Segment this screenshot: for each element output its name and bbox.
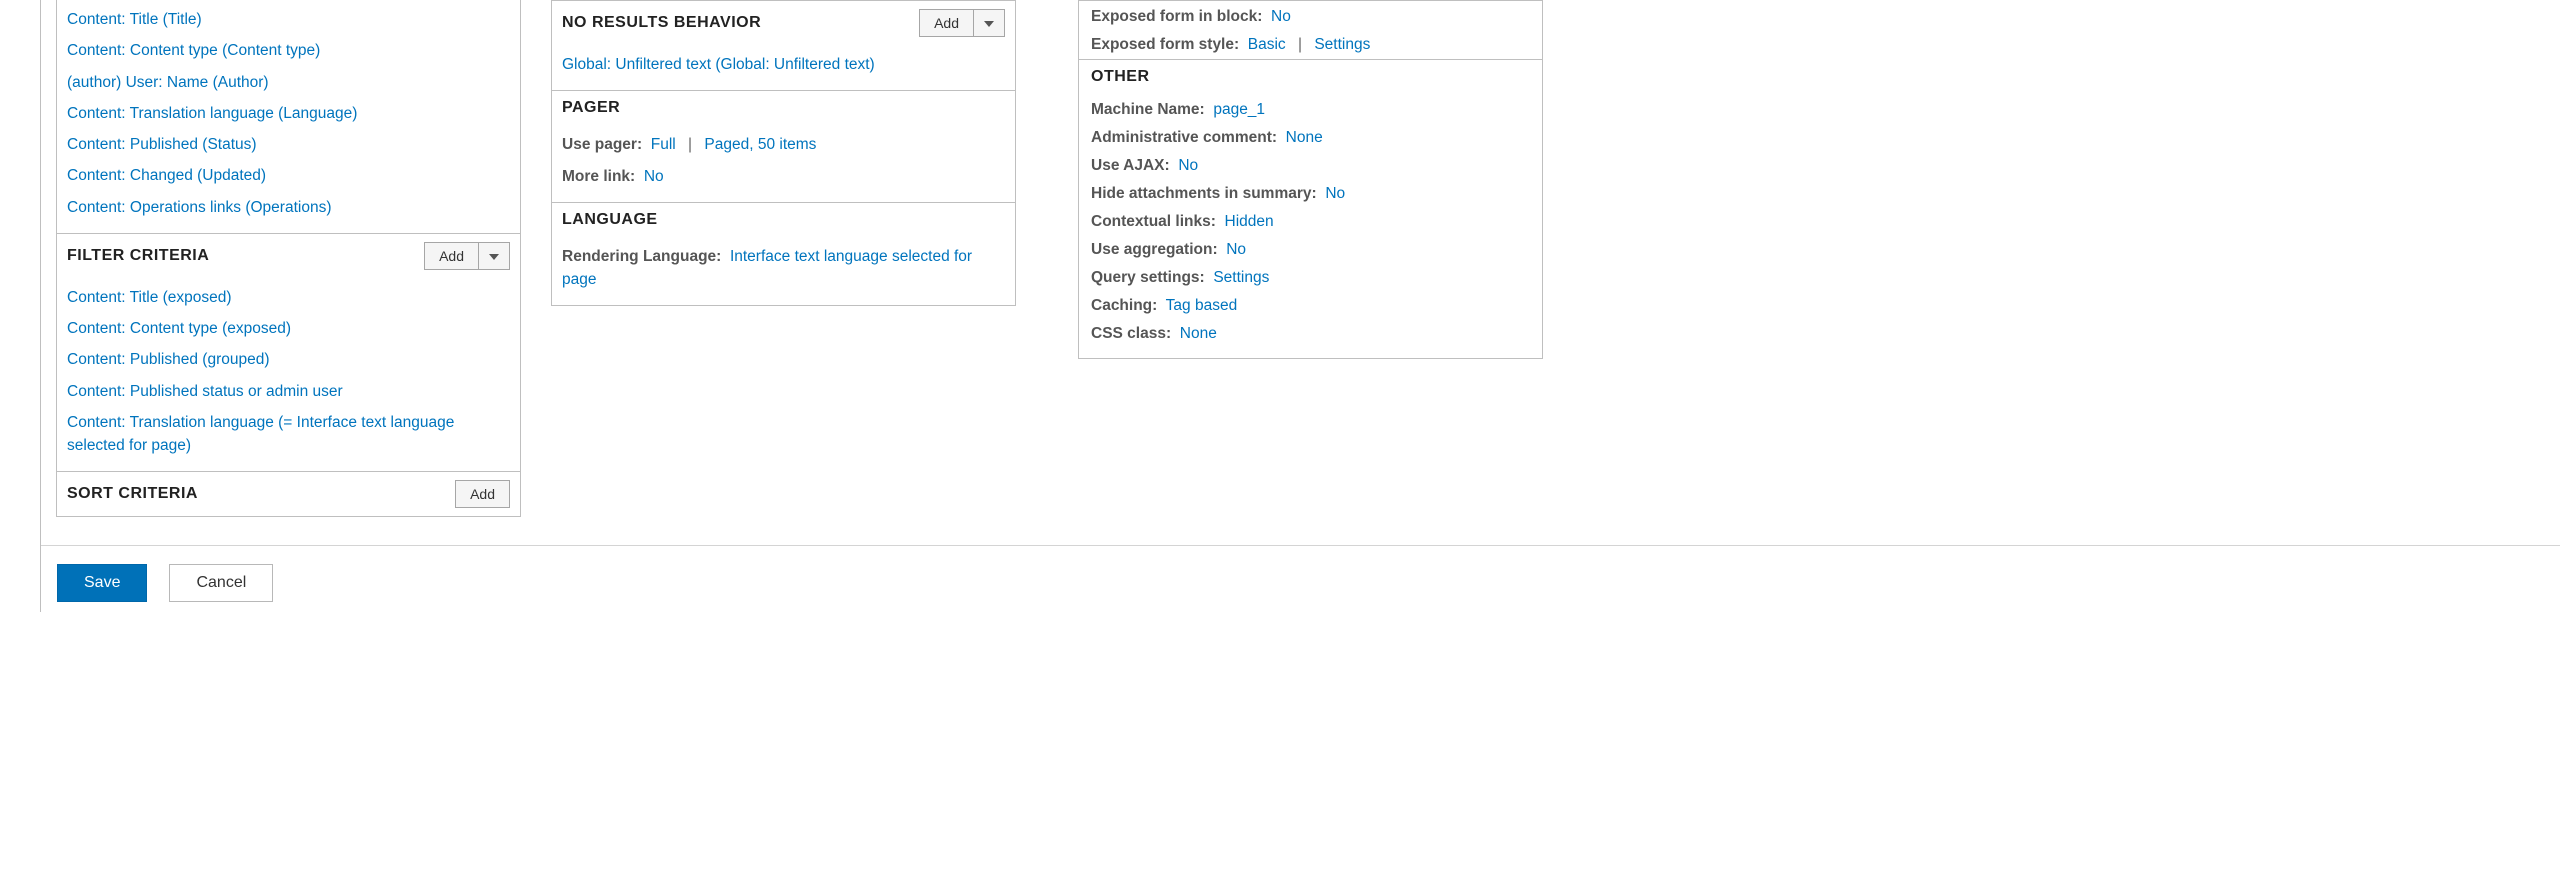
exposed-style-label: Exposed form style:: [1091, 36, 1239, 53]
other-label: Query settings:: [1091, 269, 1205, 286]
other-value[interactable]: No: [1178, 157, 1198, 174]
other-label: Caching:: [1091, 297, 1157, 314]
filter-item[interactable]: Content: Content type (exposed): [67, 320, 291, 337]
pager-header: PAGER: [552, 90, 1015, 125]
filter-add-group: Add: [424, 242, 510, 270]
field-item[interactable]: Content: Changed (Updated): [67, 167, 266, 184]
sort-criteria-header: SORT CRITERIA Add: [57, 471, 520, 516]
cancel-button[interactable]: Cancel: [169, 564, 273, 602]
middle-sections: NO RESULTS BEHAVIOR Add Global: Unfilter…: [551, 0, 1016, 306]
pager-title: PAGER: [562, 99, 620, 117]
separator: |: [680, 136, 700, 153]
filter-criteria-header: FILTER CRITERIA Add: [57, 233, 520, 278]
filter-add-dropdown[interactable]: [479, 242, 510, 270]
form-actions: Save Cancel: [41, 545, 2560, 602]
use-pager-label: Use pager:: [562, 136, 642, 153]
exposed-block-label: Exposed form in block:: [1091, 8, 1262, 25]
sort-add-button[interactable]: Add: [455, 480, 510, 508]
sort-add-group: Add: [455, 480, 510, 508]
filter-add-button[interactable]: Add: [424, 242, 479, 270]
other-label: Machine Name:: [1091, 101, 1205, 118]
filter-item[interactable]: Content: Translation language (= Interfa…: [67, 414, 454, 454]
other-label: Administrative comment:: [1091, 129, 1277, 146]
save-button[interactable]: Save: [57, 564, 147, 602]
field-item[interactable]: Content: Content type (Content type): [67, 42, 320, 59]
other-title: OTHER: [1079, 59, 1542, 92]
field-item[interactable]: (author) User: Name (Author): [67, 74, 269, 91]
pager-body: Use pager: Full | Paged, 50 items More l…: [552, 125, 1015, 202]
other-label: Contextual links:: [1091, 213, 1216, 230]
no-results-header: NO RESULTS BEHAVIOR Add: [552, 1, 1015, 45]
language-body: Rendering Language: Interface text langu…: [552, 237, 1015, 306]
filter-item[interactable]: Content: Published (grouped): [67, 351, 270, 368]
field-item[interactable]: Content: Published (Status): [67, 136, 257, 153]
separator: |: [1290, 36, 1310, 53]
no-results-add-dropdown[interactable]: [974, 9, 1005, 37]
advanced-box: Exposed form in block: No Exposed form s…: [1078, 0, 1543, 359]
other-value[interactable]: No: [1226, 241, 1246, 258]
other-value[interactable]: Settings: [1213, 269, 1269, 286]
other-value[interactable]: page_1: [1213, 101, 1265, 118]
other-list: Machine Name: page_1 Administrative comme…: [1091, 96, 1530, 348]
no-results-item[interactable]: Global: Unfiltered text (Global: Unfilte…: [562, 56, 875, 73]
chevron-down-icon: [984, 15, 994, 31]
other-value[interactable]: None: [1180, 325, 1217, 342]
exposed-block-value[interactable]: No: [1271, 8, 1291, 25]
no-results-title: NO RESULTS BEHAVIOR: [562, 14, 761, 32]
other-value[interactable]: No: [1325, 185, 1345, 202]
other-value[interactable]: Tag based: [1166, 297, 1238, 314]
other-label: Use AJAX:: [1091, 157, 1170, 174]
other-label: Use aggregation:: [1091, 241, 1218, 258]
language-header: LANGUAGE: [552, 202, 1015, 237]
use-pager-value[interactable]: Full: [651, 136, 676, 153]
more-link-label: More link:: [562, 168, 635, 185]
filter-item[interactable]: Content: Title (exposed): [67, 289, 232, 306]
filters-list: Content: Title (exposed) Content: Content…: [57, 278, 520, 472]
pager-settings-link[interactable]: Paged, 50 items: [704, 136, 816, 153]
field-item[interactable]: Content: Operations links (Operations): [67, 199, 331, 216]
filter-item[interactable]: Content: Published status or admin user: [67, 383, 343, 400]
exposed-style-value[interactable]: Basic: [1248, 36, 1286, 53]
chevron-down-icon: [489, 248, 499, 264]
field-item[interactable]: Content: Translation language (Language): [67, 105, 357, 122]
filter-criteria-title: FILTER CRITERIA: [67, 247, 209, 265]
column-right: Exposed form in block: No Exposed form s…: [1078, 0, 1543, 359]
more-link-value[interactable]: No: [644, 168, 664, 185]
other-label: Hide attachments in summary:: [1091, 185, 1317, 202]
language-title: LANGUAGE: [562, 211, 658, 229]
no-results-list: Global: Unfiltered text (Global: Unfilte…: [552, 45, 1015, 90]
field-item[interactable]: Content: Title (Title): [67, 11, 202, 28]
exposed-style-settings[interactable]: Settings: [1314, 36, 1370, 53]
no-results-add-group: Add: [919, 9, 1005, 37]
column-middle: NO RESULTS BEHAVIOR Add Global: Unfilter…: [551, 0, 1016, 306]
views-edit-frame: Content: Title (Title) Content: Content t…: [40, 0, 2560, 612]
no-results-add-button[interactable]: Add: [919, 9, 974, 37]
views-columns: Content: Title (Title) Content: Content t…: [41, 0, 2560, 517]
other-label: CSS class:: [1091, 325, 1171, 342]
other-value[interactable]: Hidden: [1225, 213, 1274, 230]
fields-section: Content: Title (Title) Content: Content t…: [56, 0, 521, 517]
fields-list: Content: Title (Title) Content: Content t…: [57, 0, 520, 233]
advanced-body: Exposed form in block: No Exposed form s…: [1079, 1, 1542, 358]
sort-criteria-title: SORT CRITERIA: [67, 485, 198, 503]
other-value[interactable]: None: [1286, 129, 1323, 146]
rendering-language-label: Rendering Language:: [562, 248, 721, 265]
column-left: Content: Title (Title) Content: Content t…: [56, 0, 521, 517]
